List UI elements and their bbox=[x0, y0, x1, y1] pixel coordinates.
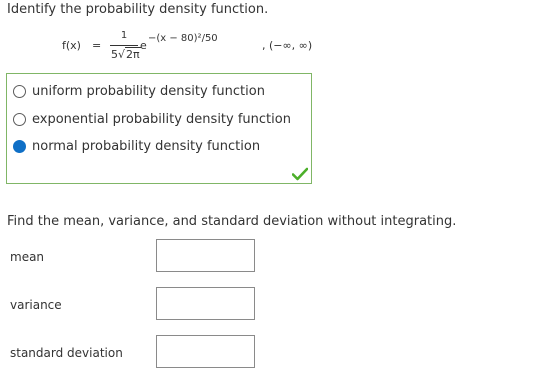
option-uniform[interactable]: uniform probability density function bbox=[13, 82, 265, 100]
formula-exponent: −(x − 80)²/50 bbox=[148, 33, 218, 44]
radio-exponential[interactable] bbox=[13, 112, 26, 126]
variance-input[interactable] bbox=[157, 288, 254, 319]
pdf-formula: f(x) = 1 5√2π e −(x − 80)²/50 , (−∞, ∞) bbox=[62, 30, 362, 66]
mean-label: mean bbox=[10, 250, 45, 264]
radio-normal-selected[interactable] bbox=[13, 139, 26, 153]
option-label: normal probability density function bbox=[32, 138, 261, 154]
option-label: exponential probability density function bbox=[32, 111, 291, 127]
formula-equals: = bbox=[92, 39, 102, 52]
variance-input-box[interactable] bbox=[156, 287, 255, 320]
mean-input-box[interactable] bbox=[156, 239, 255, 272]
radio-uniform[interactable] bbox=[13, 84, 26, 98]
question-1-prompt: Identify the probability density functio… bbox=[7, 2, 269, 17]
option-label: uniform probability density function bbox=[32, 83, 265, 99]
mean-input[interactable] bbox=[157, 240, 254, 271]
question-2-prompt: Find the mean, variance, and standard de… bbox=[7, 214, 457, 229]
green-checkmark-icon bbox=[292, 167, 308, 181]
formula-base: e bbox=[140, 39, 147, 52]
formula-domain: , (−∞, ∞) bbox=[262, 39, 313, 52]
option-normal[interactable]: normal probability density function bbox=[13, 137, 260, 155]
formula-denominator: 5√2π bbox=[111, 47, 141, 61]
standard-deviation-input[interactable] bbox=[157, 336, 254, 367]
denominator-coefficient: 5 bbox=[111, 48, 118, 61]
standard-deviation-label: standard deviation bbox=[10, 346, 123, 360]
option-exponential[interactable]: exponential probability density function bbox=[13, 110, 291, 128]
formula-lhs: f(x) bbox=[62, 39, 81, 52]
radicand: 2π bbox=[125, 47, 141, 61]
fraction-line bbox=[110, 45, 138, 46]
radical-sign: √ bbox=[118, 48, 126, 61]
variance-label: variance bbox=[10, 298, 62, 312]
answer-options-box: uniform probability density function exp… bbox=[6, 73, 312, 184]
formula-numerator: 1 bbox=[120, 30, 128, 41]
standard-deviation-input-box[interactable] bbox=[156, 335, 255, 368]
